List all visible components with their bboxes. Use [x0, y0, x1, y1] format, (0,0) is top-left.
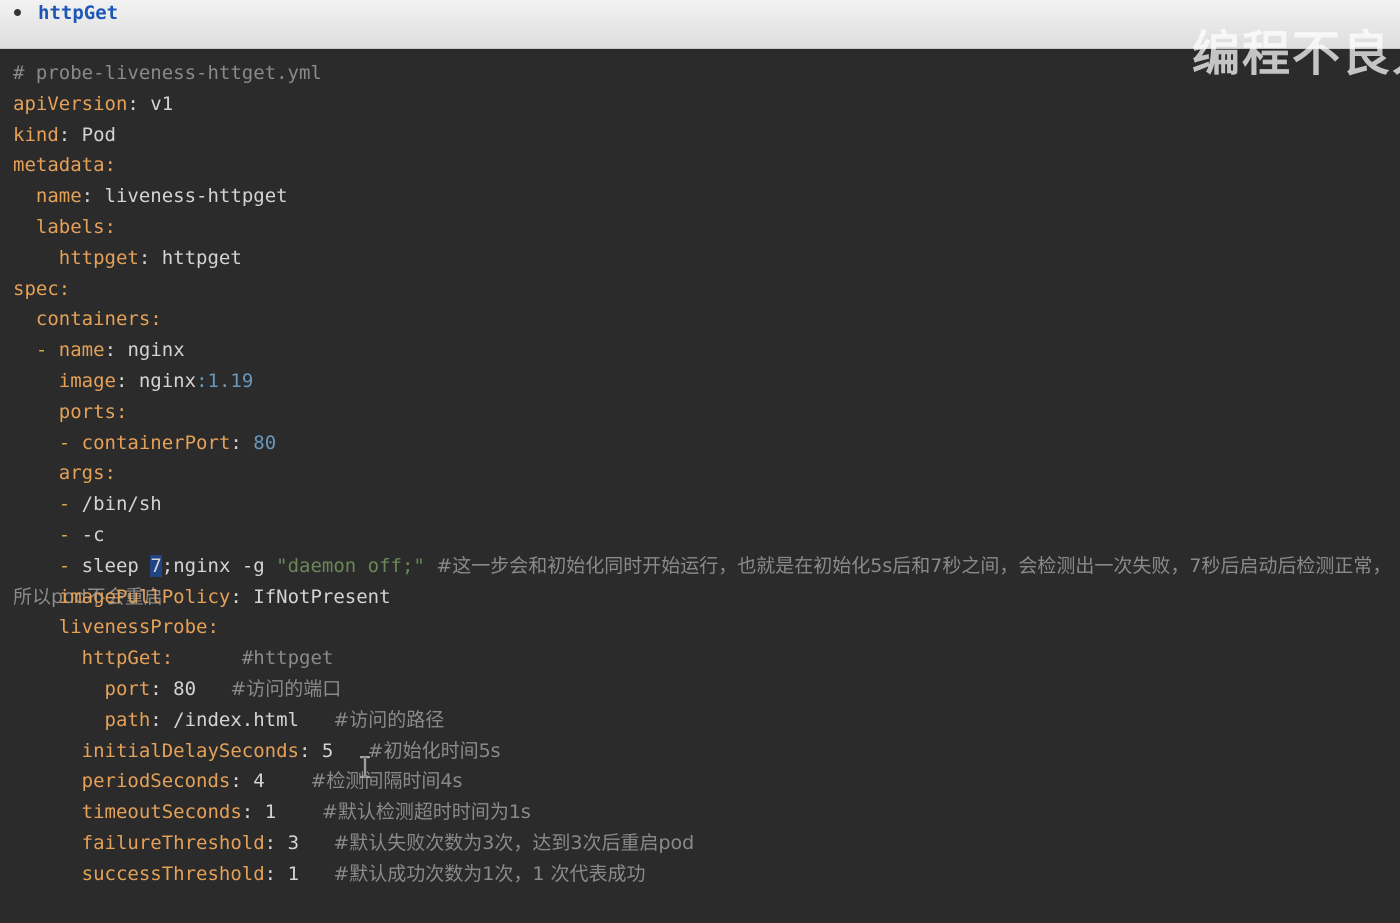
- yaml-key: labels: [35, 215, 105, 238]
- yaml-value: nginx: [127, 339, 185, 362]
- code-line: # probe-liveness-httget.yml: [13, 58, 1393, 89]
- code-line: - /bin/sh: [13, 489, 1393, 520]
- yaml-value: ;nginx -g: [161, 554, 277, 577]
- bullet-icon: [14, 9, 21, 16]
- code-line: ports:: [58, 400, 128, 423]
- yaml-key: args: [58, 462, 105, 485]
- yaml-key: imagePullPolicy: [58, 585, 231, 608]
- yaml-value: 3: [287, 831, 300, 854]
- yaml-key: name: [58, 339, 105, 362]
- yaml-value: liveness-httpget: [104, 185, 288, 208]
- code-line: port: 80 #访问的端口: [104, 677, 342, 700]
- yaml-key: initialDelaySeconds: [81, 739, 299, 762]
- code-line: httpget: httpget: [58, 246, 242, 269]
- yaml-key: periodSeconds: [81, 770, 231, 793]
- yaml-key: containers: [35, 308, 151, 331]
- yaml-key: apiVersion: [13, 92, 128, 115]
- comment: #初始化时间5s: [367, 739, 501, 762]
- comment: #访问的路径: [333, 708, 445, 731]
- yaml-value: 4: [253, 770, 265, 793]
- yaml-string: "daemon off;": [276, 554, 425, 577]
- comment: # probe-liveness-httget.yml: [13, 62, 322, 84]
- yaml-key: containerPort: [81, 431, 231, 454]
- code-line: livenessProbe:: [58, 616, 219, 639]
- yaml-key: metadata: [13, 154, 105, 177]
- code-line: successThreshold: 1 #默认成功次数为1次，1 次代表成功: [81, 862, 646, 885]
- code-line: timeoutSeconds: 1 #默认检测超时时间为1s: [81, 801, 531, 824]
- watermark-logo: 编程不良人: [1192, 26, 1400, 82]
- doc-header-bar: httpGet: [0, 0, 1400, 49]
- yaml-key: ports: [58, 400, 116, 423]
- code-line: failureThreshold: 3 #默认失败次数为3次，达到3次后重启po…: [81, 831, 695, 854]
- code-line: imagePullPolicy: IfNotPresent: [58, 585, 391, 608]
- yaml-key: httpGet: [81, 647, 162, 670]
- comment: #默认检测超时时间为1s: [321, 801, 531, 824]
- yaml-value: /index.html: [173, 708, 300, 731]
- yaml-value: 1: [264, 801, 277, 824]
- code-line: spec:: [13, 277, 71, 300]
- code-line: containers:: [35, 308, 162, 331]
- yaml-key: timeoutSeconds: [81, 801, 242, 824]
- yaml-key: failureThreshold: [81, 831, 265, 854]
- yaml-key: httpget: [58, 246, 139, 269]
- yaml-value: 1: [287, 862, 300, 885]
- yaml-key: port: [104, 677, 151, 700]
- yaml-key: successThreshold: [81, 862, 265, 885]
- list-dash: -: [58, 554, 71, 577]
- yaml-key: name: [35, 185, 82, 208]
- yaml-value: -c: [81, 523, 105, 546]
- yaml-value: 80: [173, 677, 197, 700]
- code-line: image: nginx:1.19: [58, 369, 254, 392]
- bullet-item-httpget: httpGet: [38, 2, 119, 24]
- code-line: initialDelaySeconds: 5 #初始化时间5s: [81, 739, 501, 762]
- yaml-key: path: [104, 708, 151, 731]
- yaml-value: httpget: [161, 246, 242, 269]
- comment: #默认失败次数为3次，达到3次后重启pod: [333, 831, 695, 854]
- code-line: - -c: [13, 520, 1393, 551]
- yaml-key: kind: [13, 123, 59, 146]
- yaml-key: image: [58, 369, 116, 392]
- yaml-value: 5: [321, 739, 334, 762]
- yaml-value: IfNotPresent: [253, 585, 391, 608]
- yaml-value: Pod: [81, 123, 116, 146]
- yaml-value: nginx: [138, 369, 197, 392]
- code-line: args:: [58, 462, 116, 485]
- code-line: httpGet: #httpget: [81, 647, 334, 670]
- yaml-key: spec: [13, 277, 59, 300]
- yaml-number: 80: [253, 431, 277, 454]
- comment: #访问的端口: [230, 677, 342, 700]
- yaml-value: /bin/sh: [81, 493, 162, 516]
- code-line: labels:: [35, 215, 116, 238]
- code-line: kind: Pod: [13, 123, 116, 146]
- list-dash: -: [58, 431, 71, 454]
- code-line: path: /index.html #访问的路径: [104, 708, 445, 731]
- list-dash: -: [58, 523, 71, 546]
- text-cursor-icon: [360, 756, 370, 778]
- code-line-wrapped: - sleep 7;nginx -g "daemon off;" #这一步会和初…: [13, 551, 1393, 608]
- code-line: periodSeconds: 4 #检测间隔时间4s: [81, 770, 463, 793]
- comment: #httpget: [241, 647, 334, 670]
- code-line: - name: nginx: [35, 339, 185, 362]
- selected-text[interactable]: 7: [150, 554, 162, 577]
- comment: #默认成功次数为1次，1 次代表成功: [333, 862, 646, 885]
- list-dash: -: [58, 493, 71, 516]
- page: httpGet # probe-liveness-httget.yml apiV…: [0, 0, 1400, 923]
- code-line: apiVersion: v1: [13, 92, 174, 115]
- code-line: name: liveness-httpget: [35, 185, 288, 208]
- yaml-key: livenessProbe: [58, 616, 208, 639]
- comment: #检测间隔时间4s: [310, 770, 463, 793]
- code-block[interactable]: # probe-liveness-httget.yml apiVersion: …: [13, 58, 1393, 890]
- code-line: metadata:: [13, 154, 116, 177]
- yaml-value: v1: [150, 92, 174, 115]
- yaml-number: 1.19: [207, 369, 254, 392]
- yaml-value: sleep: [81, 554, 151, 577]
- code-line: - containerPort: 80: [58, 431, 277, 454]
- list-dash: -: [35, 339, 48, 362]
